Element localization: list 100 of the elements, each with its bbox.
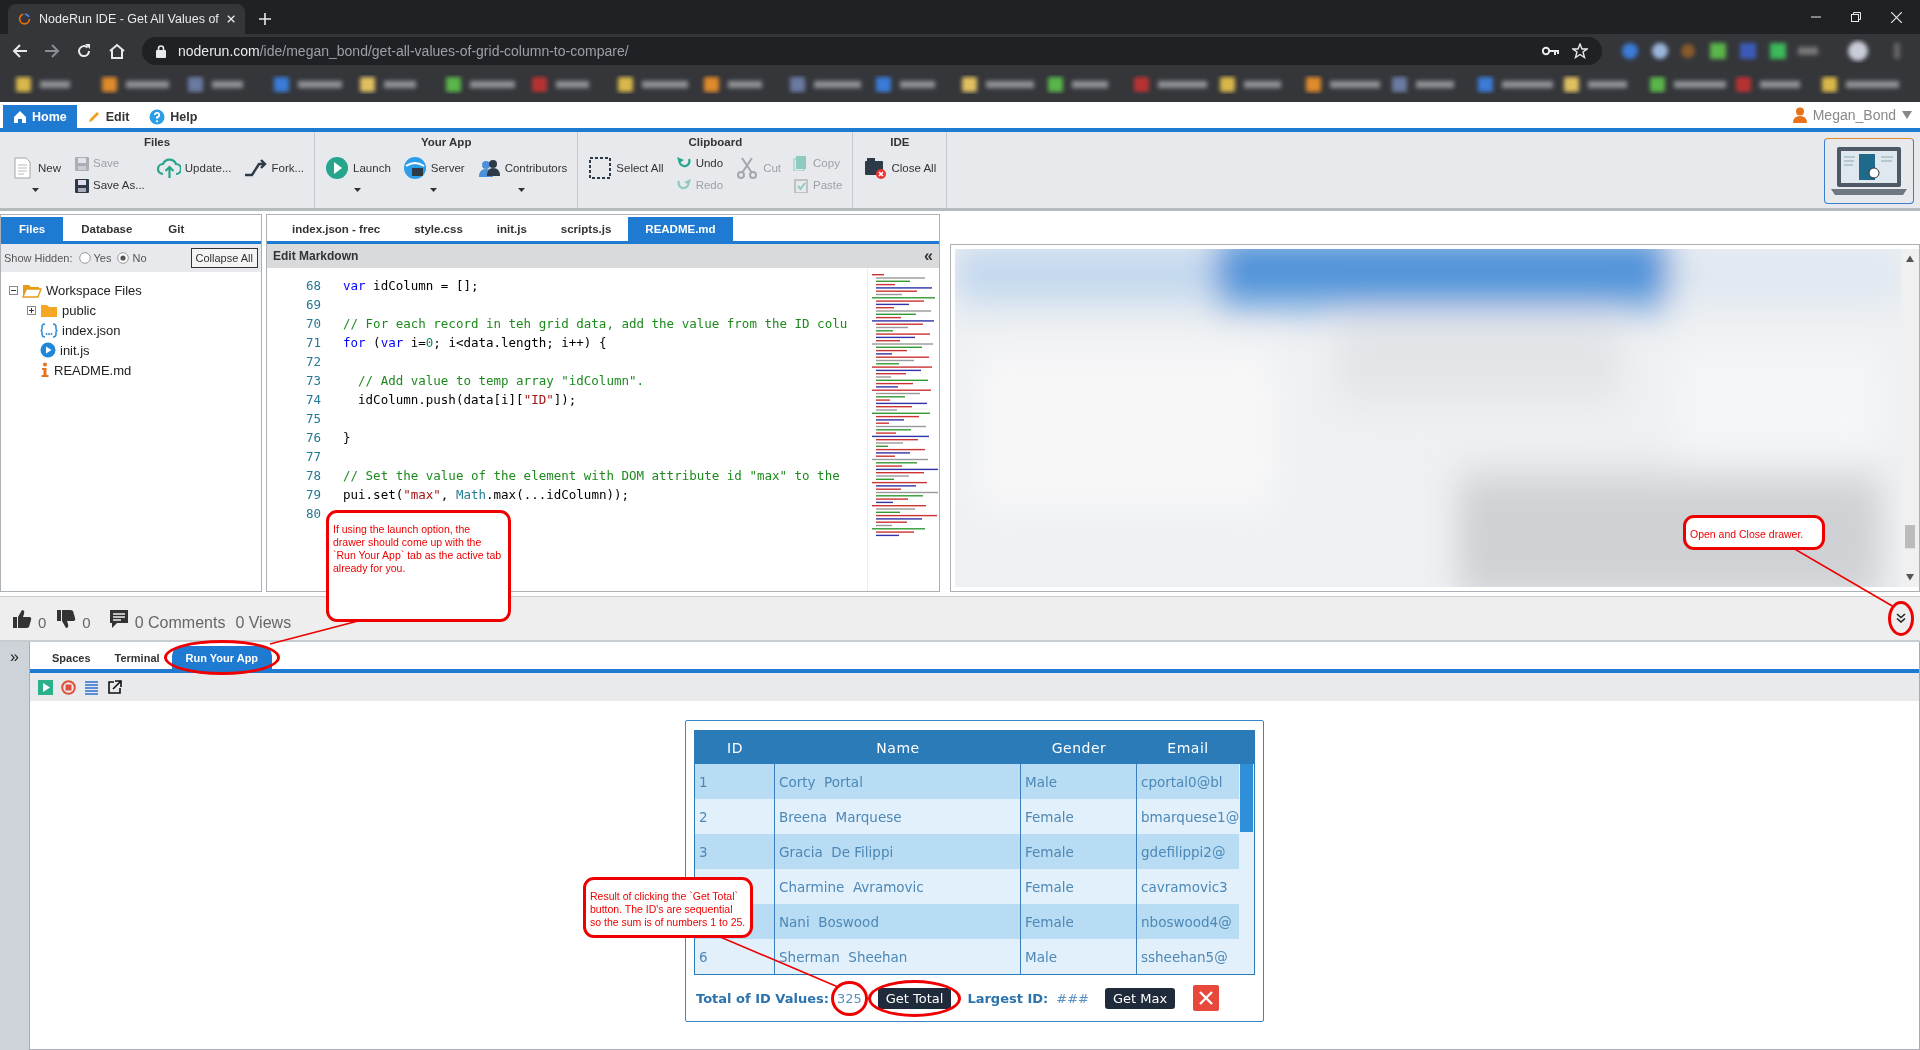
thumbs-up-icon[interactable]: [12, 608, 32, 629]
tree-item[interactable]: index.json: [62, 322, 121, 338]
ribbon-button[interactable]: Contributors: [474, 154, 570, 194]
code-line: }: [343, 429, 352, 447]
callout: If using the launch option, the drawer should come up with the `Run Your App` tab as the active tab already for you.: [326, 510, 511, 622]
like-count: 0: [38, 614, 47, 631]
menu-tab[interactable]: Home: [3, 105, 77, 128]
browser-tab[interactable]: NodeRun IDE - Get All Values of: [8, 4, 245, 34]
line-number: 74: [304, 391, 321, 409]
largest-value: ###: [1056, 990, 1089, 1006]
line-number: 78: [304, 467, 321, 485]
forward-icon[interactable]: [44, 43, 60, 59]
tree-item[interactable]: Workspace Files: [46, 282, 142, 298]
tab[interactable]: Database: [63, 217, 151, 241]
column-header[interactable]: ID: [695, 731, 775, 764]
play-icon[interactable]: [38, 679, 53, 695]
thumbs-down-icon[interactable]: [56, 608, 77, 629]
line-number: 70: [304, 315, 321, 333]
restore-icon[interactable]: [1851, 12, 1861, 22]
panel-title: Edit Markdown: [273, 249, 359, 263]
ribbon-button[interactable]: Close All: [861, 154, 939, 182]
pencil-icon: [86, 109, 101, 124]
tab[interactable]: Run Your App: [171, 646, 273, 669]
key-icon[interactable]: [1542, 46, 1560, 56]
close-button[interactable]: [1193, 985, 1220, 1011]
ribbon-button[interactable]: Launch: [323, 154, 393, 194]
group-title: Your App: [420, 136, 472, 148]
get-total-button[interactable]: Get Total: [877, 987, 952, 1009]
home-icon[interactable]: [108, 43, 126, 59]
help-icon: [149, 108, 166, 125]
collapse-icon[interactable]: [9, 285, 18, 295]
line-number: 72: [304, 353, 321, 371]
table-cell-text: cportal0@bl: [1140, 772, 1224, 792]
ribbon-button[interactable]: Server: [400, 154, 467, 194]
line-number: 80: [304, 505, 321, 523]
star-icon[interactable]: [1572, 43, 1588, 59]
menu-tab[interactable]: Edit: [76, 105, 140, 128]
dislike-count: 0: [82, 614, 91, 631]
column-header[interactable]: Gender: [1021, 731, 1137, 764]
tab[interactable]: Files: [1, 217, 64, 241]
home-icon: [13, 109, 27, 124]
get-max-button[interactable]: Get Max: [1105, 987, 1176, 1009]
tab[interactable]: Spaces: [40, 646, 103, 669]
tab[interactable]: style.css: [397, 217, 480, 241]
tab[interactable]: Git: [150, 217, 203, 241]
table-cell: Sherman Sheehan: [775, 939, 1021, 974]
column-header[interactable]: Name: [775, 731, 1021, 764]
code-line: var idColumn = [];: [343, 277, 480, 295]
group-title: Clipboard: [688, 136, 743, 148]
radio-button[interactable]: No: [117, 252, 147, 264]
view-count: 0 Views: [235, 613, 292, 632]
line-number: 71: [304, 334, 321, 352]
external-link-icon[interactable]: [107, 679, 122, 695]
comment-icon[interactable]: [108, 608, 129, 629]
group-title: IDE: [890, 136, 910, 148]
collapse-button[interactable]: «: [924, 247, 933, 265]
new-tab-icon[interactable]: [259, 13, 271, 25]
menu-tab[interactable]: Help: [139, 105, 208, 128]
close-icon[interactable]: [226, 14, 235, 24]
expand-button[interactable]: »: [0, 642, 30, 1050]
play-circle-icon: [40, 342, 56, 358]
loading-icon: [18, 11, 32, 27]
user-name[interactable]: Megan_Bond: [1812, 107, 1896, 123]
ribbon-button[interactable]: Save As...: [71, 176, 147, 194]
callout: Result of clicking the `Get Total` button. The ID's are sequential so the sum is of numbers 1 to 25.: [583, 877, 753, 938]
scrollbar[interactable]: [1239, 731, 1254, 974]
line-number: 77: [304, 448, 321, 466]
tab[interactable]: README.md: [628, 217, 733, 241]
tab[interactable]: Terminal: [102, 646, 172, 669]
tree-item[interactable]: init.js: [60, 342, 90, 358]
caret-icon[interactable]: [1902, 111, 1912, 119]
line-number: 79: [304, 486, 321, 504]
scrollbar[interactable]: [1901, 249, 1919, 587]
tree-item[interactable]: README.md: [54, 362, 132, 378]
reload-icon[interactable]: [76, 43, 92, 59]
folder-icon: [40, 302, 58, 318]
dashed-square-icon: [588, 156, 613, 180]
tab[interactable]: index.json - frec: [275, 217, 398, 241]
app-thumbnail-button[interactable]: [1824, 138, 1914, 204]
user-icon: [1792, 107, 1807, 123]
column-header[interactable]: Email: [1137, 731, 1239, 764]
group-title: Files: [143, 136, 171, 148]
expand-icon[interactable]: [27, 305, 36, 315]
table-cell-text: ssheehan5@: [1140, 947, 1229, 967]
radio-button[interactable]: Yes: [78, 252, 112, 264]
close-icon[interactable]: [1891, 11, 1902, 23]
collapse-all-button[interactable]: Collapse All: [190, 248, 258, 268]
table-cell: Male: [1021, 939, 1137, 974]
tab[interactable]: scripts.js: [543, 217, 629, 241]
tab[interactable]: init.js: [479, 217, 544, 241]
total-value: 325: [836, 990, 862, 1006]
tree-item[interactable]: public: [62, 302, 96, 318]
back-icon[interactable]: [12, 43, 28, 59]
ribbon-button[interactable]: Undo: [673, 154, 726, 172]
ribbon-button[interactable]: Update...: [154, 154, 234, 182]
ribbon-button[interactable]: Select All: [586, 154, 666, 182]
stop-icon[interactable]: [61, 679, 76, 695]
list-icon[interactable]: [84, 679, 99, 695]
ribbon-button[interactable]: Fork...: [241, 154, 307, 182]
ribbon-button[interactable]: New: [8, 154, 63, 194]
